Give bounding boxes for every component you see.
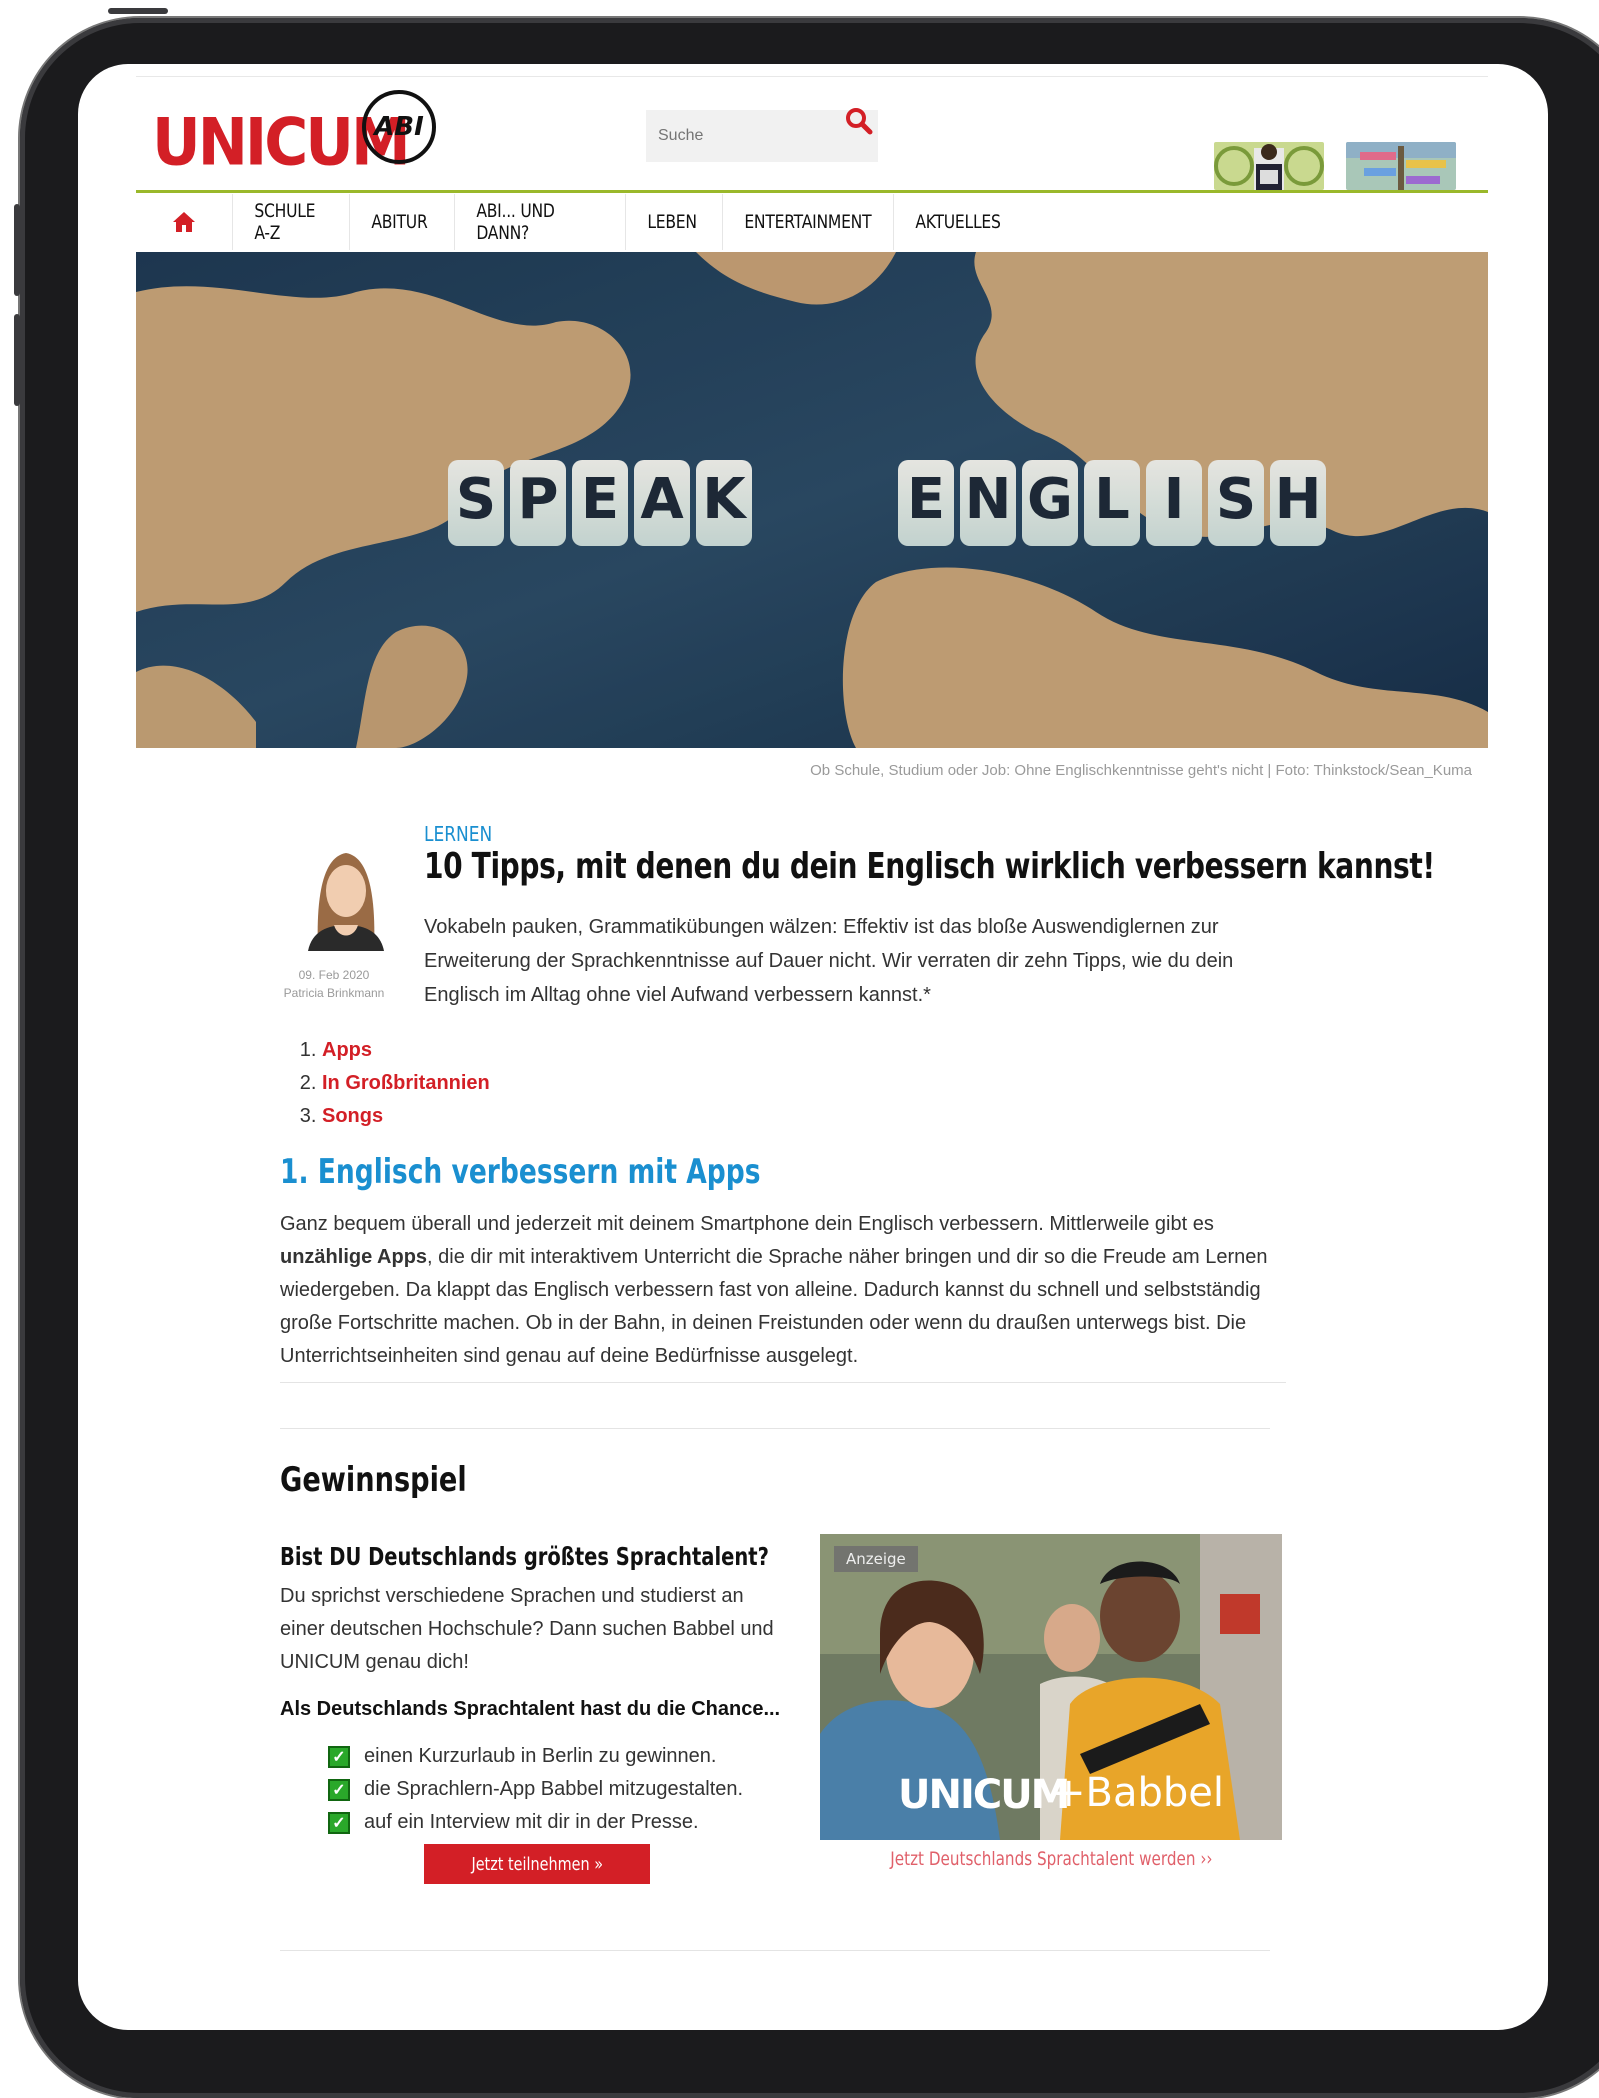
checkmark-icon: ✓ bbox=[328, 1745, 350, 1768]
ad-link-label: Jetzt Deutschlands Sprachtalent werden ›… bbox=[889, 1848, 1213, 1870]
header-divider bbox=[136, 190, 1488, 193]
nav-item-entertainment[interactable]: ENTERTAINMENT bbox=[723, 194, 894, 250]
hero-caption: Ob Schule, Studium oder Job: Ohne Englis… bbox=[810, 762, 1472, 779]
toc-link-grossbritannien[interactable]: In Großbritannien bbox=[322, 1072, 490, 1094]
section-divider bbox=[280, 1382, 1286, 1383]
nav-item-label: ABI... UND DANN? bbox=[476, 200, 555, 244]
ad-brand-babbel: +Babbel bbox=[1052, 1770, 1224, 1816]
nav-item-label: AKTUELLES bbox=[915, 211, 1001, 233]
participate-button-label: Jetzt teilnehmen » bbox=[471, 1853, 603, 1875]
header-thumbnail-1[interactable] bbox=[1214, 142, 1324, 190]
promo-section-title: Gewinnspiel bbox=[280, 1460, 467, 1500]
nav-item-schule[interactable]: SCHULE A-Z bbox=[233, 194, 350, 250]
nav-item-label: LEBEN bbox=[647, 211, 697, 233]
nav-item-leben[interactable]: LEBEN bbox=[626, 194, 723, 250]
article-author[interactable]: Patricia Brinkmann bbox=[274, 986, 394, 1000]
toc-link-apps[interactable]: Apps bbox=[322, 1039, 372, 1061]
nav-item-label: ENTERTAINMENT bbox=[744, 211, 872, 233]
list-item: ✓ einen Kurzurlaub in Berlin zu gewinnen. bbox=[328, 1740, 743, 1773]
tablet-volume-down-button bbox=[14, 314, 20, 406]
nav-item-label: ABITUR bbox=[371, 211, 428, 233]
list-item: ✓ auf ein Interview mit dir in der Presse… bbox=[328, 1806, 743, 1839]
nav-item-abi-und-dann[interactable]: ABI... UND DANN? bbox=[455, 194, 626, 250]
nav-home[interactable] bbox=[136, 194, 233, 250]
ad-banner[interactable]: Anzeige UNICUM +Babbel bbox=[820, 1534, 1282, 1840]
ad-brand-unicum: UNICUM bbox=[898, 1772, 1070, 1818]
article-category[interactable]: LERNEN bbox=[424, 822, 492, 846]
author-avatar[interactable] bbox=[298, 839, 394, 951]
nav-item-abitur[interactable]: ABITUR bbox=[350, 194, 455, 250]
search-icon[interactable] bbox=[844, 106, 874, 136]
promo-text: Du sprichst verschiedene Sprachen und st… bbox=[280, 1585, 774, 1673]
nav-item-label: SCHULE A-Z bbox=[254, 200, 316, 244]
section-paragraph-apps: Ganz bequem überall und jederzeit mit de… bbox=[280, 1208, 1300, 1373]
checkmark-icon: ✓ bbox=[328, 1811, 350, 1834]
toc-item: Songs bbox=[322, 1100, 490, 1133]
promo-headline: Bist DU Deutschlands größtes Sprachtalen… bbox=[280, 1542, 769, 1571]
article-title: 10 Tipps, mit denen du dein Englisch wir… bbox=[424, 846, 1435, 887]
section-heading-apps: 1. Englisch verbessern mit Apps bbox=[280, 1152, 761, 1192]
check-label: einen Kurzurlaub in Berlin zu gewinnen. bbox=[364, 1745, 717, 1767]
toc-item: Apps bbox=[322, 1034, 490, 1067]
paragraph-bold: unzählige Apps bbox=[280, 1246, 428, 1268]
checkmark-icon: ✓ bbox=[328, 1778, 350, 1801]
logo-abi-badge: ABI bbox=[362, 90, 436, 164]
promo-bold-line: Als Deutschlands Sprachtalent hast du di… bbox=[280, 1698, 781, 1720]
toc-item: In Großbritannien bbox=[322, 1067, 490, 1100]
paragraph-text: , die dir mit interaktivem Unterricht di… bbox=[280, 1246, 1268, 1367]
section-divider bbox=[280, 1428, 1270, 1429]
ad-link[interactable]: Jetzt Deutschlands Sprachtalent werden ›… bbox=[820, 1848, 1282, 1870]
article-date: 09. Feb 2020 bbox=[298, 968, 370, 982]
paragraph-text: Ganz bequem überall und jederzeit mit de… bbox=[280, 1213, 1214, 1235]
bottom-divider bbox=[280, 1950, 1270, 1951]
promo-checklist: ✓ einen Kurzurlaub in Berlin zu gewinnen.… bbox=[328, 1740, 743, 1839]
screen: UNICUM ABI Suche SCHULE A-Z ABITUR ABI..… bbox=[78, 64, 1548, 2030]
article-intro: Vokabeln pauken, Grammatikübungen wälzen… bbox=[424, 916, 1234, 1006]
participate-button[interactable]: Jetzt teilnehmen » bbox=[424, 1844, 650, 1884]
check-label: die Sprachlern-App Babbel mitzugestalten… bbox=[364, 1778, 744, 1800]
tablet-top-button bbox=[108, 8, 168, 14]
ad-badge: Anzeige bbox=[834, 1546, 918, 1572]
tablet-volume-up-button bbox=[14, 204, 20, 296]
header-thumbnail-2[interactable] bbox=[1346, 142, 1456, 190]
main-navigation: SCHULE A-Z ABITUR ABI... UND DANN? LEBEN… bbox=[136, 194, 1488, 250]
hero-image: SPEAK ENGLISH bbox=[136, 252, 1488, 748]
nav-item-aktuelles[interactable]: AKTUELLES bbox=[894, 194, 1034, 250]
home-icon bbox=[173, 212, 195, 232]
table-of-contents: Apps In Großbritannien Songs bbox=[278, 1034, 490, 1133]
site-logo[interactable]: UNICUM ABI bbox=[152, 90, 452, 186]
top-divider bbox=[136, 76, 1488, 77]
toc-link-songs[interactable]: Songs bbox=[322, 1105, 383, 1127]
list-item: ✓ die Sprachlern-App Babbel mitzugestalte… bbox=[328, 1773, 743, 1806]
check-label: auf ein Interview mit dir in der Presse. bbox=[364, 1811, 699, 1833]
